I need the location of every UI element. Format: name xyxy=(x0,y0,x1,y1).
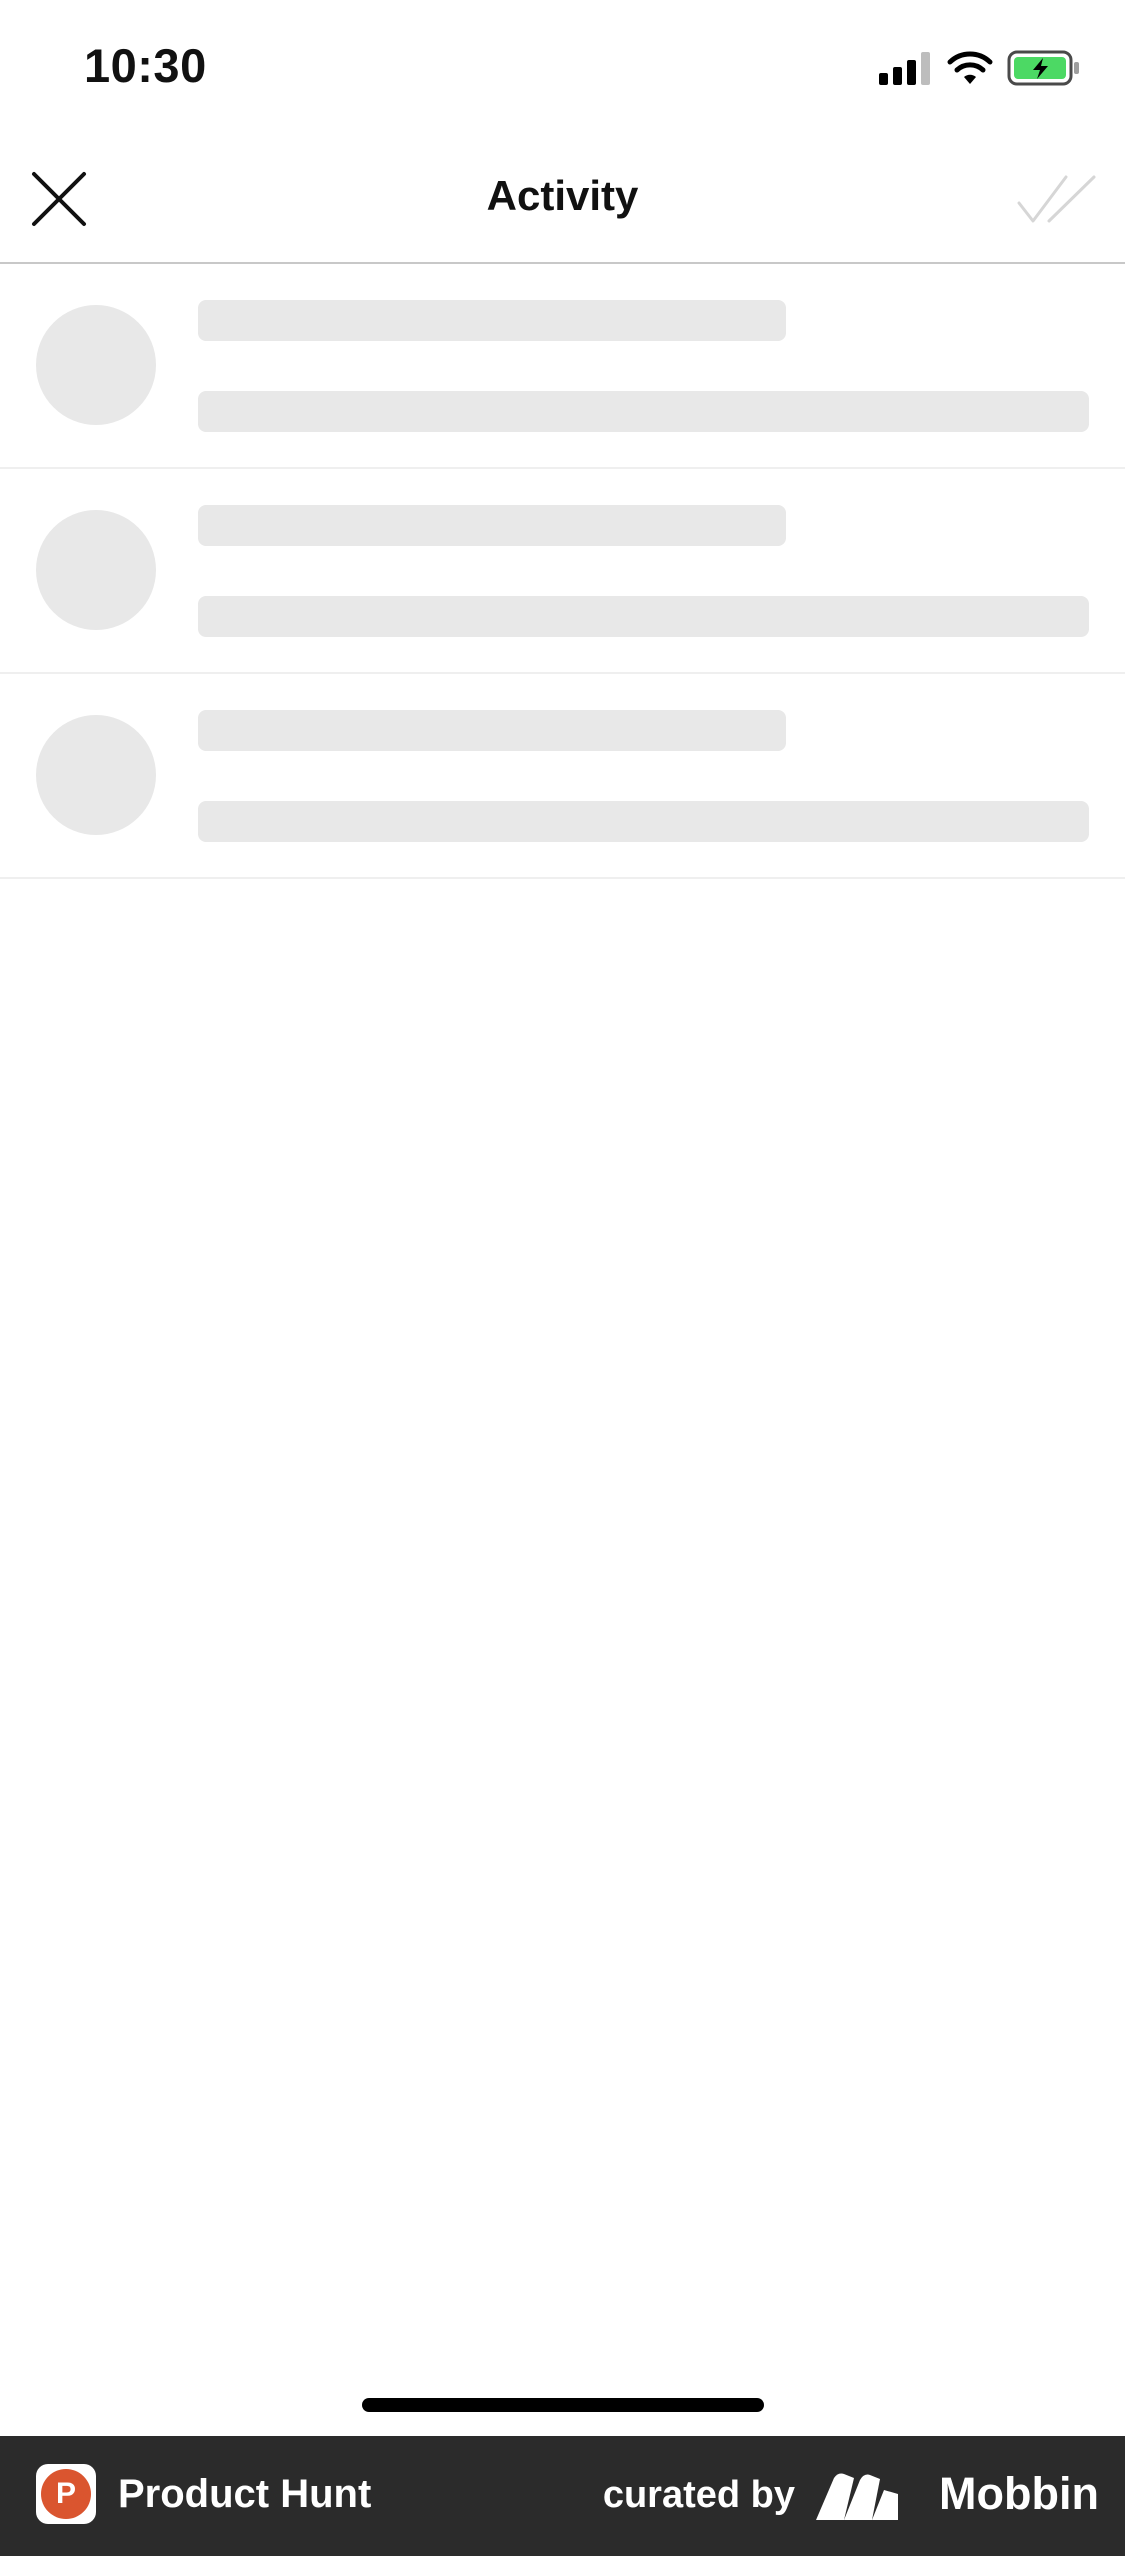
home-indicator[interactable] xyxy=(362,2398,764,2412)
page-title: Activity xyxy=(486,172,639,219)
status-bar: 10:30 xyxy=(0,0,1125,140)
mobbin-logo-icon xyxy=(814,2470,900,2522)
wifi-icon xyxy=(947,50,993,91)
title-placeholder xyxy=(198,710,786,751)
curator-name: Mobbin xyxy=(939,2468,1099,2519)
avatar-placeholder xyxy=(36,305,156,425)
product-hunt-logo-mark: P xyxy=(41,2469,91,2519)
avatar-placeholder xyxy=(36,715,156,835)
list-item-skeleton xyxy=(0,469,1125,674)
subtitle-placeholder xyxy=(198,596,1089,637)
list-item-skeleton xyxy=(0,674,1125,879)
product-hunt-logo: P xyxy=(36,2464,96,2524)
mark-all-read-button[interactable] xyxy=(1013,168,1103,234)
status-time: 10:30 xyxy=(84,39,207,92)
cellular-signal-icon xyxy=(879,51,933,90)
battery-charging-icon xyxy=(1007,50,1081,91)
list-item-skeleton xyxy=(0,264,1125,469)
navigation-header: Activity xyxy=(0,140,1125,264)
brand-name: Product Hunt xyxy=(118,2472,372,2516)
double-check-icon xyxy=(1016,171,1100,232)
status-icons xyxy=(879,50,1081,90)
avatar-placeholder xyxy=(36,510,156,630)
attribution-footer: P Product Hunt curated by Mobbin xyxy=(0,2436,1125,2556)
curated-by-label: curated by xyxy=(602,2474,795,2516)
subtitle-placeholder xyxy=(198,391,1089,432)
subtitle-placeholder xyxy=(198,801,1089,842)
title-placeholder xyxy=(198,300,786,341)
activity-list xyxy=(0,264,1125,879)
title-placeholder xyxy=(198,505,786,546)
